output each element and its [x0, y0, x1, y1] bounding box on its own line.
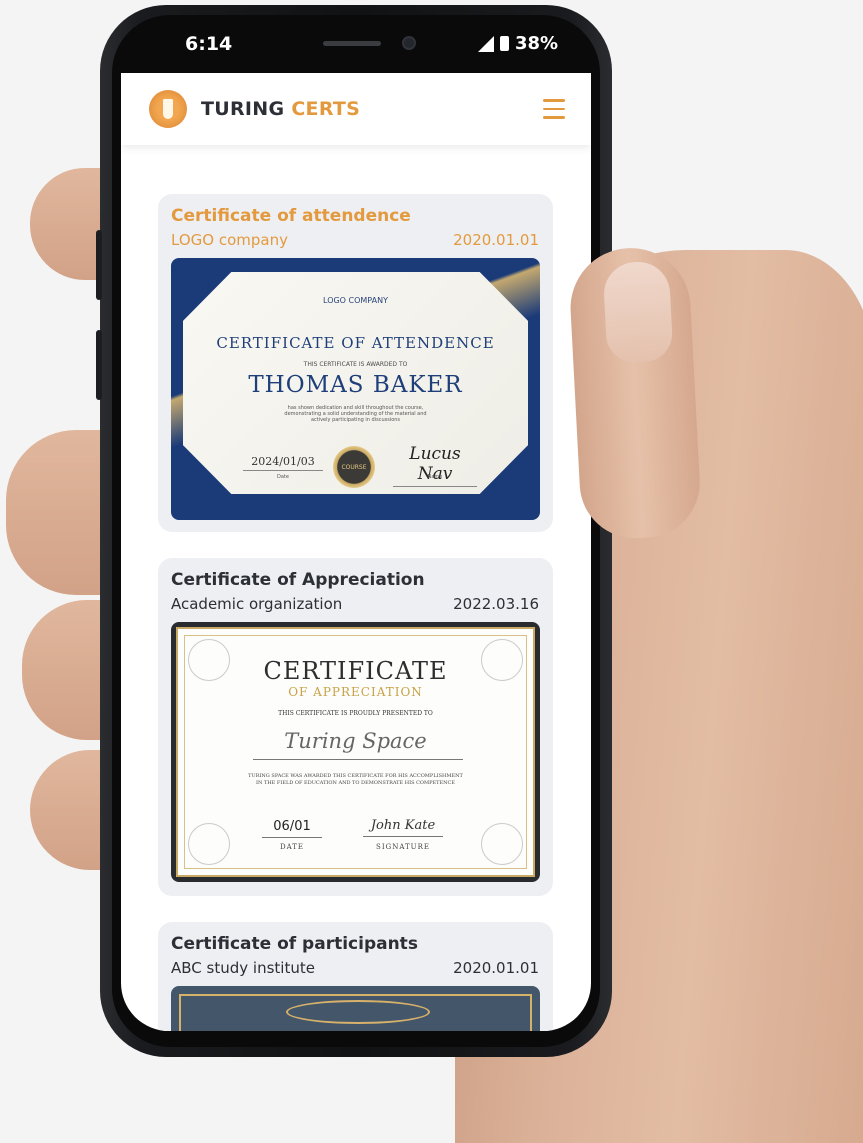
speaker-grille	[323, 41, 381, 46]
cert-heading: CERTIFICATE OF ATTENDENCE	[216, 334, 495, 352]
cert-awarded-to: THIS CERTIFICATE IS AWARDED TO	[303, 361, 408, 368]
cert-seal-label: COURSE	[341, 463, 367, 471]
certificate-date: 2020.01.01	[453, 959, 539, 977]
certificate-date: 2022.03.16	[453, 595, 539, 613]
certificate-preview[interactable]	[171, 986, 540, 1031]
cert-seal-icon: COURSE	[333, 446, 375, 488]
certificate-preview[interactable]: LOGO COMPANY CERTIFICATE OF ATTENDENCE T…	[171, 258, 540, 520]
turing-logo-icon[interactable]	[149, 90, 187, 128]
cert-date: 06/01	[262, 819, 322, 838]
certificate-date: 2020.01.01	[453, 231, 539, 249]
cert-signature-label: SIGNATURE	[376, 843, 430, 851]
cert-recipient-name: THOMAS BAKER	[248, 372, 463, 398]
app-header: TURING CERTS	[121, 73, 591, 145]
volume-button	[96, 230, 102, 300]
battery-level: 38%	[515, 33, 559, 54]
cert-description: TURING SPACE WAS AWARDED THIS CERTIFICAT…	[178, 773, 533, 787]
certificate-card[interactable]: Certificate of attendence LOGO company 2…	[158, 194, 553, 532]
certificate-issuer: LOGO company	[171, 231, 288, 249]
status-icons: 38%	[478, 33, 558, 54]
cert-recipient-name: Turing Space	[284, 729, 427, 753]
ornament-icon	[286, 1000, 430, 1024]
certificate-card[interactable]: Certificate of participants ABC study in…	[158, 922, 553, 1031]
cert-signature-label: Name	[427, 474, 443, 480]
certificate-paper: LOGO COMPANY CERTIFICATE OF ATTENDENCE T…	[183, 272, 528, 494]
hamburger-menu-icon[interactable]	[543, 99, 565, 119]
brand-name: TURING CERTS	[201, 98, 360, 120]
front-camera	[402, 36, 416, 50]
cert-description-line: TURING SPACE WAS AWARDED THIS CERTIFICAT…	[248, 773, 463, 779]
ornament-icon	[481, 823, 523, 865]
cert-heading: CERTIFICATE	[263, 657, 448, 685]
status-time: 6:14	[185, 33, 233, 55]
thumb-nail	[602, 260, 674, 364]
certificate-preview[interactable]: CERTIFICATE OF APPRECIATION THIS CERTIFI…	[171, 622, 540, 882]
certificate-issuer: ABC study institute	[171, 959, 315, 977]
cert-description-line: IN THE FIELD OF EDUCATION AND TO DEMONST…	[256, 780, 455, 786]
app-screen: TURING CERTS Certificate of attendence L…	[121, 73, 591, 1031]
cert-date: 2024/01/03	[243, 455, 323, 471]
brand-main: TURING	[201, 98, 292, 120]
certificate-title: Certificate of attendence	[171, 206, 411, 226]
brand-accent: CERTS	[291, 98, 361, 120]
battery-icon	[500, 36, 509, 51]
ornament-icon	[188, 823, 230, 865]
signal-icon	[478, 35, 494, 52]
certificate-issuer: Academic organization	[171, 595, 343, 613]
certificate-title: Certificate of Appreciation	[171, 570, 425, 590]
certificate-paper: CERTIFICATE OF APPRECIATION THIS CERTIFI…	[176, 627, 535, 877]
certificate-card[interactable]: Certificate of Appreciation Academic org…	[158, 558, 553, 896]
cert-signature: Lucus Nav	[393, 444, 477, 487]
volume-button	[96, 330, 102, 400]
cert-description: has shown dedication and skill throughou…	[284, 405, 427, 423]
cert-date-label: DATE	[279, 843, 305, 851]
cert-presented-to: THIS CERTIFICATE IS PROUDLY PRESENTED TO	[278, 710, 433, 717]
cert-logo-text: LOGO COMPANY	[323, 296, 388, 305]
cert-date-label: Date	[277, 474, 289, 480]
certificate-title: Certificate of participants	[171, 934, 418, 954]
cert-subheading: OF APPRECIATION	[288, 685, 423, 699]
cert-name-line	[253, 759, 463, 760]
cert-signature: John Kate	[363, 818, 443, 837]
